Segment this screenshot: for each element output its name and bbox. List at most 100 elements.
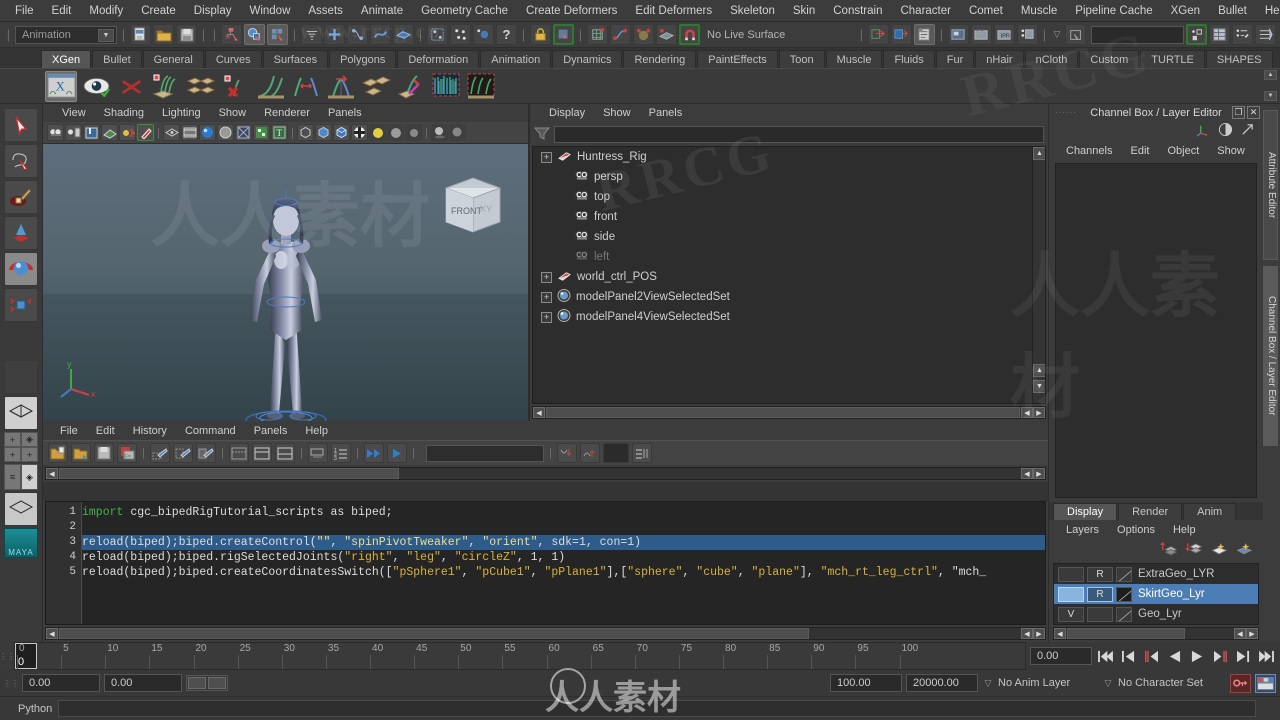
expand-icon[interactable]: +: [541, 291, 552, 303]
auto-keyframe-toggle-button[interactable]: [1230, 673, 1251, 693]
open-script-icon[interactable]: [71, 443, 91, 463]
shelf-tab-toon[interactable]: Toon: [778, 50, 825, 68]
layer-mode-toggle[interactable]: [1087, 606, 1113, 622]
new-layer-from-selected-icon[interactable]: [1160, 541, 1178, 559]
menu-animate[interactable]: Animate: [352, 3, 412, 19]
layout-editor-grid[interactable]: ≡ ◈: [4, 464, 38, 490]
shelf-tab-fur[interactable]: Fur: [935, 50, 975, 68]
channelbox-menu-object[interactable]: Object: [1158, 145, 1208, 157]
menu-constrain[interactable]: Constrain: [824, 3, 891, 19]
shelf-tab-curves[interactable]: Curves: [204, 50, 262, 68]
layer-lighting-icon[interactable]: [1210, 541, 1228, 559]
menu-comet[interactable]: Comet: [960, 3, 1012, 19]
sidebar-toggle-button[interactable]: [1186, 24, 1207, 45]
shelf-scroll-arrows[interactable]: ▲ ▼: [1264, 70, 1277, 101]
bookmark-icon[interactable]: [83, 124, 100, 141]
layer-list-scrollbar[interactable]: ◀ ◀ ▶: [1053, 627, 1259, 640]
shelf-tab-animation[interactable]: Animation: [480, 50, 552, 68]
playback-end-field[interactable]: 20000.00: [906, 674, 978, 692]
outliner-item[interactable]: top: [533, 187, 1045, 207]
render-current-frame-button[interactable]: [948, 24, 969, 45]
layer-color-swatch[interactable]: [1116, 606, 1132, 622]
undock-button[interactable]: ❐: [1232, 106, 1245, 119]
outliner-menu-panels[interactable]: Panels: [640, 107, 692, 119]
snap-grid-live-button[interactable]: [587, 24, 608, 45]
shelf-tab-polygons[interactable]: Polygons: [329, 50, 397, 68]
script-menu-file[interactable]: File: [51, 425, 87, 437]
layer-tab-anim[interactable]: Anim: [1183, 503, 1237, 520]
go-to-end-button[interactable]: [1256, 647, 1276, 665]
menu-character[interactable]: Character: [891, 3, 960, 19]
script-menu-edit[interactable]: Edit: [87, 425, 124, 437]
menu-edit[interactable]: Edit: [43, 3, 81, 19]
scroll-left-icon[interactable]: ◀: [46, 628, 58, 639]
xgen-region-map-icon[interactable]: [465, 71, 497, 102]
menu-geometry-cache[interactable]: Geometry Cache: [412, 3, 517, 19]
layout-outliner-icon[interactable]: ≡: [4, 464, 21, 490]
shelf-tab-surfaces[interactable]: Surfaces: [262, 50, 329, 68]
scroll-left-2-icon[interactable]: ◀: [1021, 468, 1033, 479]
menu-display[interactable]: Display: [185, 3, 241, 19]
show-tool-settings-button[interactable]: [1255, 24, 1276, 45]
command-input[interactable]: [58, 700, 1256, 717]
select-camera-icon[interactable]: [47, 124, 64, 141]
scroll-left-icon[interactable]: ◀: [1054, 628, 1066, 639]
layout-four-pane-icon[interactable]: +: [4, 447, 21, 462]
code-line[interactable]: reload(biped);biped.createControl("", "s…: [82, 535, 1045, 550]
scroll-up-icon[interactable]: ▲: [1033, 147, 1045, 160]
textured-icon[interactable]: [253, 124, 270, 141]
new-scene-button[interactable]: [130, 24, 151, 45]
drag-handle-right[interactable]: ······: [1199, 108, 1221, 117]
vertical-tab-attribute-editor[interactable]: Attribute Editor: [1263, 110, 1278, 260]
outliner-item[interactable]: + modelPanel4ViewSelectedSet: [533, 307, 1045, 327]
code-horizontal-scrollbar[interactable]: ◀ ◀ ▶: [45, 627, 1046, 640]
persp-view-button[interactable]: [4, 492, 38, 526]
make-live-surface-button[interactable]: [633, 24, 654, 45]
shelf-tab-general[interactable]: General: [142, 50, 204, 68]
chevron-down-icon[interactable]: ▽: [1051, 29, 1063, 40]
script-history-scrollbar[interactable]: ◀ ◀ ▶: [45, 467, 1046, 480]
shelf-tab-shapes[interactable]: SHAPES: [1205, 50, 1273, 68]
layer-visibility-toggle[interactable]: [1058, 586, 1084, 602]
wireframe-display-icon[interactable]: [297, 124, 314, 141]
step-forward-key-button[interactable]: [1233, 647, 1253, 665]
snap-to-grid-button[interactable]: [324, 24, 345, 45]
layer-mode-toggle[interactable]: R: [1087, 586, 1113, 602]
script-options-icon[interactable]: [632, 443, 652, 463]
xray-icon[interactable]: [163, 124, 180, 141]
scroll-right-icon[interactable]: ▶: [1246, 628, 1258, 639]
menu-window[interactable]: Window: [240, 3, 299, 19]
ao-icon[interactable]: [449, 124, 466, 141]
make-live-plane-button[interactable]: [656, 24, 677, 45]
go-to-start-button[interactable]: [1095, 647, 1115, 665]
shelf-tab-painteffects[interactable]: PaintEffects: [697, 50, 778, 68]
outliner-item[interactable]: + Huntress_Rig: [533, 147, 1045, 167]
scroll-thumb[interactable]: [59, 468, 399, 479]
code-line[interactable]: [82, 520, 1045, 535]
range-slider-handle[interactable]: [186, 675, 228, 691]
layer-menu-help[interactable]: Help: [1164, 524, 1205, 536]
layer-visibility-toggle[interactable]: [1058, 566, 1084, 582]
viewport-menu-shading[interactable]: Shading: [95, 107, 153, 119]
code-lines[interactable]: import cgc_bipedRigTutorial_scripts as b…: [82, 502, 1045, 624]
script-menu-help[interactable]: Help: [296, 425, 337, 437]
shelf-scroll-up-icon[interactable]: ▲: [1264, 70, 1277, 80]
outliner-filter-icon[interactable]: [533, 126, 551, 143]
play-backwards-button[interactable]: [1164, 647, 1184, 665]
add-light-icon[interactable]: [119, 124, 136, 141]
shelf-tab-rendering[interactable]: Rendering: [623, 50, 697, 68]
outliner-horizontal-scrollbar[interactable]: ◀ ◀ ▶: [532, 406, 1046, 419]
shelf-tab-dynamics[interactable]: Dynamics: [552, 50, 623, 68]
save-scene-button[interactable]: [176, 24, 197, 45]
layout-presets-grid[interactable]: + ◈ + +: [4, 432, 38, 462]
help-question-button[interactable]: ?: [496, 24, 517, 45]
construction-history-button[interactable]: [427, 24, 448, 45]
menu-skeleton[interactable]: Skeleton: [721, 3, 784, 19]
xgen-add-grooming-icon[interactable]: [150, 71, 182, 102]
menu-help[interactable]: Help: [1256, 3, 1280, 19]
viewport-menu-lighting[interactable]: Lighting: [153, 107, 210, 119]
xgen-sculpt-guide-icon[interactable]: [395, 71, 427, 102]
manipulator-axis-icon[interactable]: [1196, 122, 1211, 140]
outliner-search-input[interactable]: [554, 125, 1044, 143]
paint-selection-tool[interactable]: [4, 180, 38, 214]
